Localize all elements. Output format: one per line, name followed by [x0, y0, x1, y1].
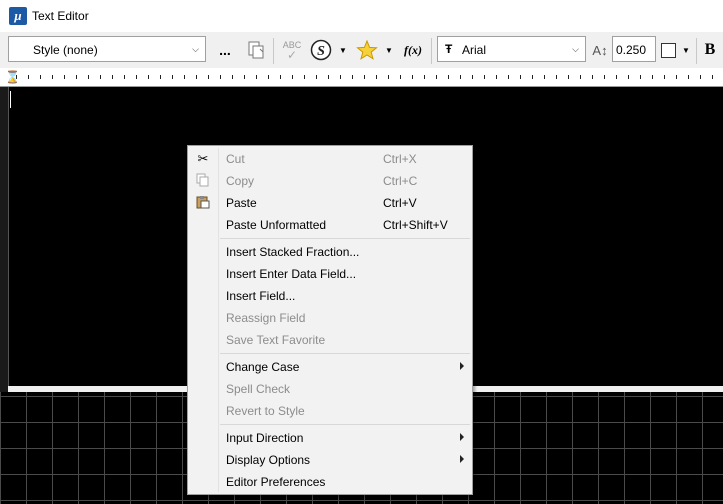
menu-item-shortcut: Ctrl+X	[383, 152, 417, 166]
menu-item-label: Spell Check	[226, 382, 291, 396]
symbol-icon[interactable]: S	[308, 36, 334, 64]
menu-item-label: Save Text Favorite	[226, 333, 326, 347]
menu-item-input-direction[interactable]: Input Direction	[188, 427, 472, 449]
favorite-star-icon[interactable]	[354, 36, 380, 64]
menu-item-label: Insert Field...	[226, 289, 296, 303]
color-swatch-icon[interactable]	[659, 36, 677, 64]
style-combo[interactable]: Style (none) ⌵	[8, 36, 206, 62]
submenu-arrow-icon	[460, 455, 464, 463]
chevron-down-icon: ⌵	[572, 44, 579, 54]
submenu-arrow-icon	[460, 362, 464, 370]
menu-item-shortcut: Ctrl+Shift+V	[383, 218, 448, 232]
menu-item-label: Insert Enter Data Field...	[226, 267, 357, 281]
menu-separator	[220, 424, 470, 425]
left-strip	[0, 87, 8, 392]
menu-item-revert-to-style[interactable]: Revert to Style	[188, 400, 472, 422]
submenu-arrow-icon	[460, 433, 464, 441]
window-title: Text Editor	[32, 9, 89, 23]
menu-item-insert-field[interactable]: Insert Field...	[188, 285, 472, 307]
favorite-dropdown-icon[interactable]: ▼	[382, 36, 396, 64]
chevron-down-icon: ⌵	[192, 44, 199, 54]
menu-item-label: Insert Stacked Fraction...	[226, 245, 360, 259]
menu-item-insert-stacked-fraction[interactable]: Insert Stacked Fraction...	[188, 241, 472, 263]
insert-field-icon[interactable]: f(x)	[400, 36, 426, 64]
menu-item-label: Display Options	[226, 453, 311, 467]
menu-item-paste[interactable]: Paste Ctrl+V	[188, 192, 472, 214]
menu-item-save-text-favorite[interactable]: Save Text Favorite	[188, 329, 472, 351]
menu-item-cut[interactable]: ✂ Cut Ctrl+X	[188, 148, 472, 170]
toolbar-separator	[696, 38, 697, 64]
menu-item-paste-unformatted[interactable]: Paste Unformatted Ctrl+Shift+V	[188, 214, 472, 236]
copy-icon	[195, 173, 211, 189]
menu-item-label: Change Case	[226, 360, 300, 374]
font-combo-value: Arial	[462, 43, 487, 57]
symbol-dropdown-icon[interactable]: ▼	[336, 36, 350, 64]
font-icon: Ŧ	[445, 42, 453, 56]
menu-item-spell-check[interactable]: Spell Check	[188, 378, 472, 400]
spell-check-icon[interactable]: ABC ✓	[278, 36, 306, 64]
text-caret	[10, 91, 11, 108]
menu-item-label: Cut	[226, 152, 245, 166]
toolbar-separator	[273, 38, 274, 64]
ruler[interactable]: ⌛	[0, 68, 723, 87]
paste-icon	[195, 195, 211, 211]
toolbar: Style (none) ⌵ ... ABC ✓ S ▼ ▼ f(x) Ŧ Ar…	[0, 32, 723, 69]
menu-item-insert-enter-data-field[interactable]: Insert Enter Data Field...	[188, 263, 472, 285]
svg-text:S: S	[317, 44, 325, 59]
bold-icon[interactable]: B	[700, 36, 720, 64]
menu-item-editor-preferences[interactable]: Editor Preferences	[188, 471, 472, 493]
text-height-value: 0.250	[616, 43, 647, 57]
menu-item-label: Editor Preferences	[226, 475, 326, 489]
font-combo[interactable]: Ŧ Arial ⌵	[437, 36, 586, 62]
ruler-ticks	[16, 75, 716, 79]
menu-item-label: Input Direction	[226, 431, 304, 445]
scissors-icon: ✂	[197, 151, 209, 166]
text-height-icon: A↕	[592, 42, 608, 58]
title-bar: μ Text Editor	[0, 0, 723, 32]
text-height-field[interactable]: 0.250	[612, 36, 656, 62]
style-combo-value: Style (none)	[33, 43, 98, 57]
app-logo-icon: μ	[9, 7, 27, 25]
menu-item-copy[interactable]: Copy Ctrl+C	[188, 170, 472, 192]
color-dropdown-icon[interactable]: ▼	[679, 36, 693, 64]
context-menu: ✂ Cut Ctrl+X Copy Ctrl+C Paste Ctrl+V Pa…	[187, 145, 473, 495]
copy-format-icon[interactable]	[244, 36, 268, 64]
menu-separator	[220, 353, 470, 354]
menu-item-label: Revert to Style	[226, 404, 305, 418]
menu-item-change-case[interactable]: Change Case	[188, 356, 472, 378]
menu-separator	[220, 238, 470, 239]
menu-item-label: Paste	[226, 196, 257, 210]
menu-item-label: Copy	[226, 174, 255, 188]
more-icon[interactable]: ...	[212, 36, 238, 64]
menu-item-reassign-field[interactable]: Reassign Field	[188, 307, 472, 329]
menu-item-label: Paste Unformatted	[226, 218, 327, 232]
menu-item-label: Reassign Field	[226, 311, 306, 325]
menu-item-display-options[interactable]: Display Options	[188, 449, 472, 471]
menu-item-shortcut: Ctrl+V	[383, 196, 417, 210]
toolbar-separator	[431, 38, 432, 64]
menu-item-shortcut: Ctrl+C	[383, 174, 418, 188]
